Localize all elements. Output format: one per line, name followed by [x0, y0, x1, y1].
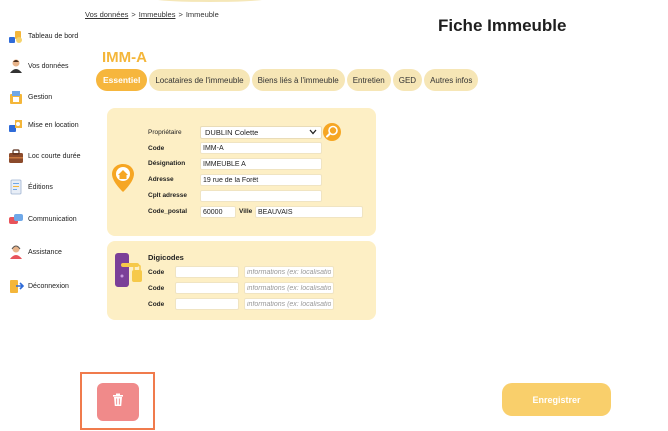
breadcrumb-current: Immeuble — [185, 10, 219, 19]
sidebar-item-communication[interactable]: Communication — [8, 211, 77, 227]
digicode-code-input[interactable] — [175, 266, 239, 278]
sidebar-item-label: Loc courte durée — [28, 152, 81, 160]
sidebar-item-label: Assistance — [28, 248, 62, 256]
sidebar-item-label: Communication — [28, 215, 77, 223]
address-complement-label: Cplt adresse — [148, 192, 188, 199]
sidebar-item-editions[interactable]: Éditions — [8, 179, 53, 195]
digicode-code-label: Code — [148, 269, 165, 276]
sidebar-item-short-rental[interactable]: Loc courte durée — [8, 148, 81, 164]
tab-entretien[interactable]: Entretien — [346, 69, 391, 91]
tab-biens-lies[interactable]: Biens liés à l'immeuble — [251, 69, 345, 91]
owner-search-button[interactable] — [323, 123, 341, 141]
top-decoration — [150, 0, 270, 2]
chevron-down-icon — [309, 128, 317, 137]
designation-label: Désignation — [148, 160, 186, 167]
postal-code-label: Code_postal — [148, 208, 188, 215]
address-label: Adresse — [148, 176, 174, 183]
digicode-code-input[interactable] — [175, 298, 239, 310]
owner-selected-value: DUBLIN Colette — [205, 128, 259, 137]
tab-autres-infos[interactable]: Autres infos — [424, 69, 479, 91]
code-label: Code — [148, 145, 165, 152]
address-complement-input[interactable] — [200, 190, 322, 202]
digicode-code-input[interactable] — [175, 282, 239, 294]
digicode-code-label: Code — [148, 301, 165, 308]
sidebar-item-assistance[interactable]: Assistance — [8, 244, 62, 260]
breadcrumb: Vos données > Immeubles > Immeuble — [85, 10, 219, 19]
user-data-icon — [8, 58, 24, 74]
breadcrumb-separator: > — [131, 10, 136, 19]
digicode-info-input[interactable] — [244, 282, 334, 294]
digicode-code-label: Code — [148, 285, 165, 292]
delete-button[interactable] — [97, 383, 139, 421]
breadcrumb-link-data[interactable]: Vos données — [85, 10, 128, 19]
sidebar-item-label: Vos données — [28, 62, 69, 70]
sidebar-item-data[interactable]: Vos données — [8, 58, 68, 74]
address-input[interactable] — [200, 174, 322, 186]
page-title: Fiche Immeuble — [438, 16, 567, 35]
digicodes-card: Digicodes Code Code Code — [107, 241, 376, 320]
code-input[interactable] — [200, 142, 322, 154]
breadcrumb-separator: > — [178, 10, 183, 19]
owner-select[interactable]: DUBLIN Colette — [200, 126, 322, 139]
sidebar-item-logout[interactable]: Déconnexion — [8, 278, 69, 294]
city-input[interactable] — [255, 206, 363, 218]
sidebar-item-label: Éditions — [28, 183, 53, 191]
dashboard-icon — [8, 28, 24, 44]
record-title: IMM-A — [102, 49, 147, 66]
owner-label: Propriétaire — [148, 129, 182, 136]
postal-code-input[interactable] — [200, 206, 236, 218]
trash-icon — [112, 393, 124, 412]
door-lock-icon — [114, 252, 144, 288]
sidebar-item-label: Tableau de bord — [28, 32, 79, 40]
sidebar-item-location[interactable]: Mise en location — [8, 117, 79, 133]
breadcrumb-link-buildings[interactable]: Immeubles — [139, 10, 176, 19]
digicodes-title: Digicodes — [148, 253, 184, 262]
digicode-info-input[interactable] — [244, 298, 334, 310]
building-info-card: Propriétaire DUBLIN Colette Code Désigna… — [107, 108, 376, 236]
digicode-info-input[interactable] — [244, 266, 334, 278]
tab-bar: Essentiel Locataires de l'immeuble Biens… — [96, 69, 479, 91]
map-pin-icon — [111, 163, 135, 193]
rental-icon — [8, 117, 24, 133]
management-icon — [8, 89, 24, 105]
tab-essentiel[interactable]: Essentiel — [96, 69, 148, 91]
designation-input[interactable] — [200, 158, 322, 170]
tab-ged[interactable]: GED — [392, 69, 423, 91]
logout-icon — [8, 278, 25, 294]
sidebar-item-label: Gestion — [28, 93, 53, 101]
delete-highlight-frame — [80, 372, 155, 430]
sidebar: Tableau de bord Vos données Gestion Mise… — [0, 0, 92, 431]
suitcase-icon — [8, 148, 24, 164]
chat-icon — [8, 211, 24, 227]
search-icon — [323, 125, 341, 145]
tab-locataires[interactable]: Locataires de l'immeuble — [149, 69, 250, 91]
sidebar-item-dashboard[interactable]: Tableau de bord — [8, 28, 78, 44]
save-button[interactable]: Enregistrer — [502, 383, 611, 416]
sidebar-item-label: Mise en location — [28, 121, 79, 129]
support-icon — [8, 244, 24, 260]
sidebar-item-label: Déconnexion — [28, 282, 69, 290]
document-icon — [8, 179, 24, 195]
sidebar-item-gestion[interactable]: Gestion — [8, 89, 52, 105]
city-label: Ville — [239, 208, 253, 215]
